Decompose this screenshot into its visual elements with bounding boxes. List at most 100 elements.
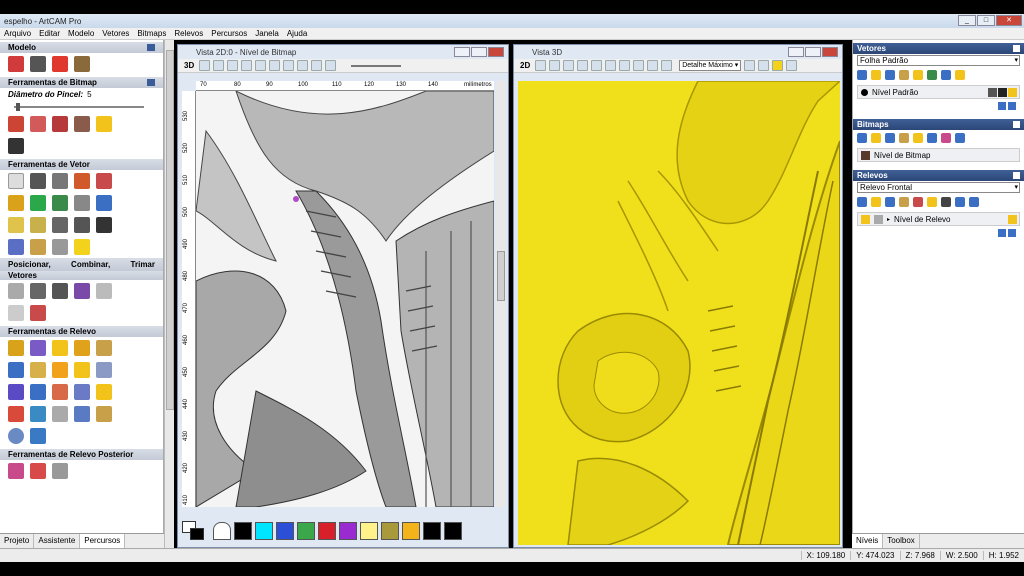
smooth-relief-icon[interactable]: [96, 384, 112, 400]
grid-icon[interactable]: [52, 195, 68, 211]
axis-icon[interactable]: [758, 60, 770, 71]
merge-layer-icon[interactable]: [927, 70, 937, 80]
color-swatch[interactable]: [276, 522, 294, 540]
import-relief-icon[interactable]: [30, 428, 46, 444]
menu-modelo[interactable]: Modelo: [64, 29, 98, 38]
light-icon[interactable]: [1008, 215, 1017, 224]
nodes-icon[interactable]: [96, 195, 112, 211]
section-relevo-tools[interactable]: Ferramentas de Relevo: [0, 326, 163, 337]
bitmaps-header[interactable]: Bitmaps: [853, 119, 1024, 130]
model-import-icon[interactable]: [74, 56, 90, 72]
combine-icon[interactable]: [74, 283, 90, 299]
nesting-icon[interactable]: [52, 283, 68, 299]
cylinder-icon[interactable]: [8, 239, 24, 255]
pan-view-icon[interactable]: [549, 60, 561, 71]
back-combine-icon[interactable]: [30, 463, 46, 479]
pen-vector-icon[interactable]: [30, 239, 46, 255]
view-2d-vscroll-thumb[interactable]: [497, 251, 505, 301]
relevos-select[interactable]: Relevo Frontal ▾: [857, 182, 1020, 193]
open-layer-icon[interactable]: [871, 197, 881, 207]
section-modelo[interactable]: Modelo: [0, 42, 163, 53]
menu-editar[interactable]: Editar: [35, 29, 64, 38]
star-icon[interactable]: [74, 239, 90, 255]
angle-icon[interactable]: [8, 406, 24, 422]
snap-icon[interactable]: [311, 60, 323, 71]
blend-icon[interactable]: [96, 362, 112, 378]
model-size-icon[interactable]: [8, 56, 24, 72]
layer-up-icon[interactable]: [998, 229, 1006, 237]
side-view-icon[interactable]: [661, 60, 673, 71]
menu-vetores[interactable]: Vetores: [98, 29, 133, 38]
primary-secondary-colors[interactable]: [182, 521, 210, 541]
minimize-button[interactable]: [788, 47, 804, 57]
section-posicionar[interactable]: Posicionar, Combinar, Trimar: [0, 258, 163, 271]
zoom-fit-icon[interactable]: [591, 60, 603, 71]
align-icon[interactable]: [30, 195, 46, 211]
minimize-button[interactable]: [454, 47, 470, 57]
arrow-icon[interactable]: [74, 217, 90, 233]
vetores-sheet-select[interactable]: Folha Padrão ▾: [857, 55, 1020, 66]
bitmap-layer-row[interactable]: Nível de Bitmap: [857, 148, 1020, 162]
menu-arquivo[interactable]: Arquivo: [0, 29, 35, 38]
globe-icon[interactable]: [8, 428, 24, 444]
light-icon[interactable]: [1008, 88, 1017, 97]
cube-icon[interactable]: [30, 384, 46, 400]
toggle-2d-button[interactable]: 2D: [520, 61, 530, 70]
weave-icon[interactable]: [96, 406, 112, 422]
delete-layer-icon[interactable]: [927, 133, 937, 143]
zoom-in-icon[interactable]: [563, 60, 575, 71]
delete-layer-icon[interactable]: [969, 197, 979, 207]
bulb-icon[interactable]: [96, 116, 112, 132]
contrast-slider[interactable]: [351, 64, 402, 67]
top-view-icon[interactable]: [633, 60, 645, 71]
layer-down-icon[interactable]: [1008, 229, 1016, 237]
pin-icon[interactable]: [1013, 121, 1020, 128]
bitmap-canvas[interactable]: [196, 91, 494, 507]
measure-icon[interactable]: [8, 195, 24, 211]
pencil-icon[interactable]: [8, 116, 24, 132]
offset-icon[interactable]: [8, 305, 24, 321]
material-icon[interactable]: [786, 60, 798, 71]
back-layers-icon[interactable]: [52, 463, 68, 479]
rotate-icon[interactable]: [30, 283, 46, 299]
delete-layer-icon[interactable]: [941, 70, 951, 80]
sphere-icon[interactable]: [52, 406, 68, 422]
menu-relevos[interactable]: Relevos: [170, 29, 207, 38]
grid-layer-icon[interactable]: [941, 197, 951, 207]
copy-layer-icon[interactable]: [899, 70, 909, 80]
iso-view-icon[interactable]: [619, 60, 631, 71]
spiral-icon[interactable]: [8, 362, 24, 378]
expand-arrow-icon[interactable]: ▸: [887, 216, 890, 223]
shape-editor-icon[interactable]: [8, 340, 24, 356]
visibility-icon[interactable]: [861, 214, 870, 224]
pin-icon[interactable]: [1013, 172, 1020, 179]
zoom-out-icon[interactable]: [577, 60, 589, 71]
zoom-box-icon[interactable]: [241, 60, 253, 71]
copy-layer-icon[interactable]: [899, 133, 909, 143]
pen-icon[interactable]: [8, 138, 24, 154]
cut-icon[interactable]: [96, 217, 112, 233]
pin-icon[interactable]: [147, 79, 155, 86]
tab-projeto[interactable]: Projeto: [0, 534, 35, 548]
light-icon[interactable]: [772, 60, 784, 71]
close-button[interactable]: ✕: [996, 15, 1022, 26]
wave-icon[interactable]: [8, 217, 24, 233]
mirror-icon[interactable]: [52, 362, 68, 378]
open-layer-icon[interactable]: [871, 133, 881, 143]
back-relief-icon[interactable]: [8, 463, 24, 479]
relief-layer-row[interactable]: ▸ Nível de Relevo: [857, 212, 1020, 226]
section-bitmap-tools[interactable]: Ferramentas de Bitmap: [0, 77, 163, 88]
smooth-icon[interactable]: [30, 217, 46, 233]
color-swatch[interactable]: [444, 522, 462, 540]
rotate-view-icon[interactable]: [535, 60, 547, 71]
color-swatch[interactable]: [234, 522, 252, 540]
close-button[interactable]: [488, 47, 504, 57]
combine-layer-icon[interactable]: [913, 197, 923, 207]
color-swatch[interactable]: [255, 522, 273, 540]
pin-icon[interactable]: [1013, 45, 1020, 52]
trim-icon[interactable]: [96, 283, 112, 299]
zoom-fit-icon[interactable]: [227, 60, 239, 71]
pen-icon[interactable]: [998, 88, 1007, 97]
bracket-icon[interactable]: [52, 217, 68, 233]
extrude-icon[interactable]: [30, 340, 46, 356]
